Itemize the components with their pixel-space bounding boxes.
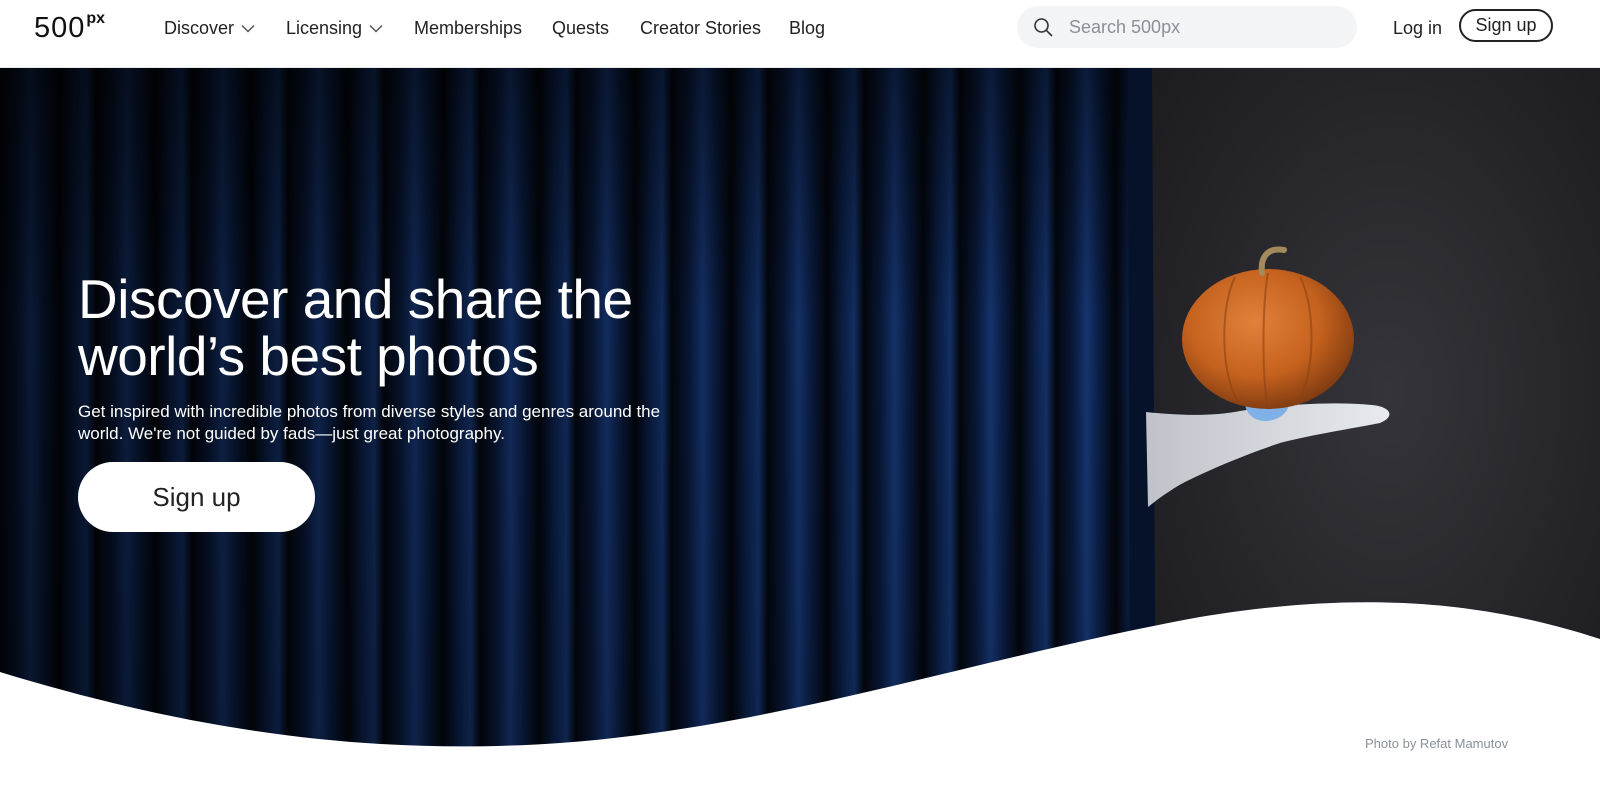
photo-credit[interactable]: Photo by Refat Mamutov — [1365, 736, 1508, 751]
nav-item-label: Blog — [789, 18, 826, 38]
nav-item-licensing[interactable]: Licensing — [286, 16, 383, 40]
search-input[interactable] — [1069, 6, 1339, 48]
nav-item-label: Quests — [552, 18, 610, 38]
search-box — [1017, 6, 1357, 48]
hero-section: Discover and share the world’s best phot… — [0, 67, 1600, 788]
nav-item-blog[interactable]: Blog — [789, 16, 825, 40]
logo-superscript: px — [86, 10, 106, 27]
chevron-down-icon — [369, 24, 383, 33]
nav-item-label: Discover — [164, 18, 235, 38]
hero-subtitle: Get inspired with incredible photos from… — [78, 402, 661, 443]
hero-title: Discover and share the world’s best phot… — [78, 268, 633, 387]
header-signup-button[interactable]: Sign up — [1459, 9, 1553, 42]
search-icon[interactable] — [1033, 17, 1053, 37]
login-link[interactable]: Log in — [1393, 16, 1442, 40]
logo-text: 500 — [34, 12, 86, 44]
nav-item-label: Creator Stories — [640, 18, 762, 38]
nav-item-label: Memberships — [414, 18, 523, 38]
brand-logo[interactable]: 500 px — [34, 10, 106, 44]
top-navigation-bar: 500 px Discover Licensing Memberships Qu… — [0, 0, 1600, 68]
chevron-down-icon — [241, 24, 255, 33]
hero-signup-button[interactable]: Sign up — [78, 462, 315, 532]
nav-item-quests[interactable]: Quests — [552, 16, 609, 40]
nav-item-memberships[interactable]: Memberships — [414, 16, 522, 40]
nav-item-creator-stories[interactable]: Creator Stories — [640, 16, 761, 40]
nav-item-label: Licensing — [286, 18, 363, 38]
nav-item-discover[interactable]: Discover — [164, 16, 255, 40]
